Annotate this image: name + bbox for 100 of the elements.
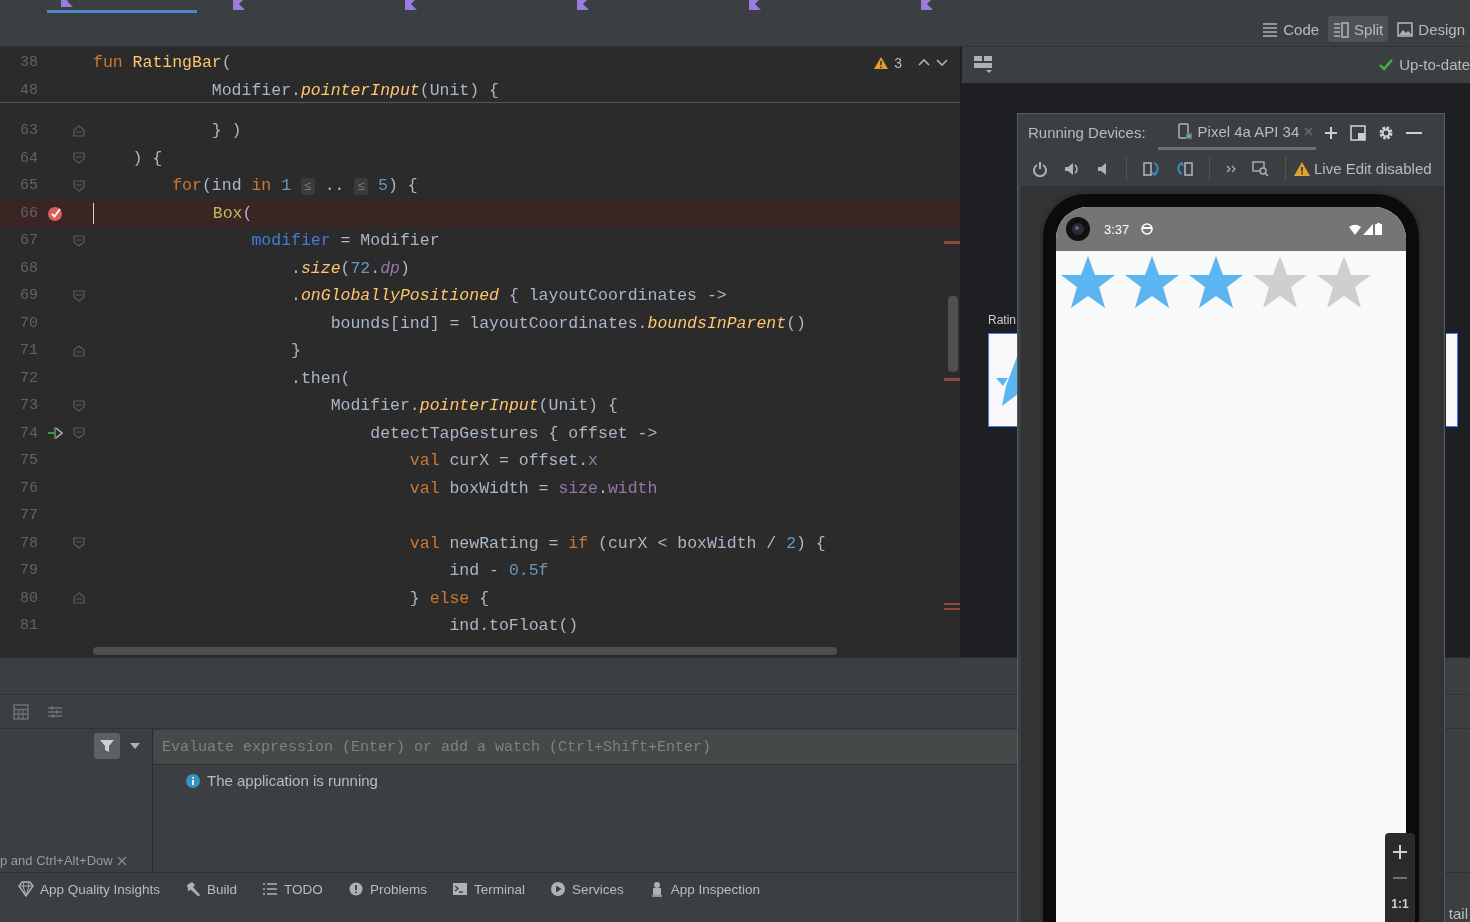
star-icon bbox=[1253, 256, 1307, 308]
tool-window-button[interactable]: Terminal bbox=[451, 881, 525, 898]
code-line: ind.toFloat() bbox=[448, 616, 579, 636]
view-mode-button[interactable]: Code bbox=[1257, 16, 1325, 43]
zoom-in-icon[interactable] bbox=[1393, 845, 1407, 859]
kotlin-file-icon bbox=[749, 0, 761, 10]
tool-window-button[interactable]: Problems bbox=[347, 881, 427, 898]
minimize-icon[interactable] bbox=[1406, 131, 1423, 134]
breakpoint-icon[interactable] bbox=[47, 204, 63, 222]
kotlin-file-icon bbox=[921, 0, 933, 10]
fold-icon[interactable] bbox=[73, 124, 85, 137]
window-icon[interactable] bbox=[1350, 124, 1367, 141]
line-number: 74 bbox=[19, 424, 38, 442]
line-number: 64 bbox=[19, 149, 38, 167]
lambda-marker-icon[interactable] bbox=[47, 425, 63, 442]
star-icon bbox=[1317, 256, 1371, 308]
tool-window-button[interactable]: Services bbox=[549, 881, 624, 898]
rotate-left-icon[interactable] bbox=[1143, 160, 1160, 177]
evaluate-field[interactable]: Evaluate expression (Enter) or add a watch (Ctrl+Shift+Enter) bbox=[153, 730, 1017, 766]
fold-icon[interactable] bbox=[73, 179, 85, 192]
tool-window-button[interactable]: App Quality Insights bbox=[18, 881, 161, 898]
fold-icon[interactable] bbox=[73, 289, 85, 302]
fold-icon[interactable] bbox=[73, 399, 85, 412]
problems-icon bbox=[347, 881, 364, 898]
line-number: 75 bbox=[19, 452, 38, 470]
code-line: Box( bbox=[211, 203, 253, 223]
services-icon bbox=[549, 881, 566, 898]
chevron-down-icon[interactable] bbox=[936, 58, 948, 68]
fold-icon[interactable] bbox=[73, 152, 85, 165]
more-icon[interactable] bbox=[1226, 164, 1236, 173]
view-mode-button[interactable]: Design bbox=[1392, 16, 1470, 43]
line-number: 78 bbox=[19, 534, 38, 552]
kotlin-file-icon bbox=[577, 0, 589, 10]
view-mode-button[interactable]: Split bbox=[1328, 16, 1389, 43]
code-line: .onGloballyPositioned { layoutCoordinates -> bbox=[290, 286, 727, 306]
kotlin-file-icon bbox=[405, 0, 417, 10]
kotlin-file-icon bbox=[233, 0, 245, 10]
code-line: val curX = offset.x bbox=[408, 451, 598, 471]
battery-icon bbox=[1375, 223, 1382, 235]
component-label: Ratin bbox=[988, 312, 1017, 327]
code-line: bounds[ind] = layoutCoordinates.boundsInParent() bbox=[329, 313, 806, 333]
chevron-up-icon[interactable] bbox=[918, 58, 930, 68]
screen-search-icon[interactable] bbox=[1252, 160, 1269, 177]
preview-frame[interactable] bbox=[988, 332, 1018, 427]
code-line: } else { bbox=[408, 588, 490, 608]
hammer-icon bbox=[185, 881, 202, 898]
fold-icon[interactable] bbox=[73, 344, 85, 357]
code-line: for(ind in 1 ≤ .. ≤ 5) { bbox=[171, 176, 418, 196]
table-icon[interactable] bbox=[13, 703, 29, 720]
warning-count[interactable]: 3 bbox=[894, 54, 902, 71]
volume-up-icon[interactable] bbox=[1064, 160, 1080, 177]
preview-frame[interactable] bbox=[1446, 332, 1458, 427]
panel-label: tail bbox=[1448, 905, 1468, 922]
layout-icon[interactable] bbox=[974, 56, 992, 74]
code-line: val boxWidth = size.width bbox=[408, 478, 658, 498]
error-stripe-mark[interactable] bbox=[944, 377, 960, 381]
code-line: val newRating = if (curX < boxWidth / 2) { bbox=[408, 533, 826, 553]
fold-icon[interactable] bbox=[73, 537, 85, 550]
code-line: fun RatingBar( bbox=[92, 53, 232, 73]
fold-icon[interactable] bbox=[73, 234, 85, 247]
star-rating[interactable] bbox=[1061, 256, 1371, 308]
line-number: 69 bbox=[19, 287, 38, 305]
code-line: .then( bbox=[290, 368, 351, 388]
star-icon bbox=[1189, 256, 1243, 308]
diamond-icon bbox=[18, 881, 34, 898]
line-number: 79 bbox=[19, 562, 38, 580]
camera-icon bbox=[1066, 217, 1090, 241]
scrollbar-thumb[interactable] bbox=[93, 647, 837, 656]
fold-icon[interactable] bbox=[73, 592, 85, 605]
line-number: 63 bbox=[19, 122, 38, 140]
code-line: } ) bbox=[210, 121, 242, 141]
error-stripe-mark[interactable] bbox=[944, 240, 960, 244]
code-line: Modifier.pointerInput(Unit) { bbox=[210, 80, 499, 100]
close-icon[interactable] bbox=[116, 855, 127, 866]
tool-window-button[interactable]: App Inspection bbox=[648, 881, 760, 898]
tool-window-button[interactable]: Build bbox=[185, 881, 238, 898]
rotate-right-icon[interactable] bbox=[1176, 160, 1193, 177]
caret-icon[interactable] bbox=[130, 743, 140, 750]
phone-icon bbox=[1177, 123, 1193, 139]
device-tab[interactable]: Pixel 4a API 34 bbox=[1157, 115, 1317, 150]
info-icon bbox=[186, 773, 200, 788]
settings-lines-icon[interactable] bbox=[47, 703, 63, 720]
power-icon[interactable] bbox=[1032, 160, 1048, 177]
line-number: 81 bbox=[19, 617, 38, 635]
code-line: Modifier.pointerInput(Unit) { bbox=[329, 396, 618, 416]
plus-icon[interactable] bbox=[1324, 125, 1339, 140]
list-icon bbox=[262, 881, 279, 898]
line-number: 68 bbox=[19, 259, 38, 277]
line-number: 67 bbox=[19, 232, 38, 250]
close-icon[interactable] bbox=[1304, 126, 1314, 136]
line-number: 73 bbox=[19, 397, 38, 415]
tool-window-button[interactable]: TODO bbox=[262, 881, 323, 898]
zoom-reset-button[interactable]: 1:1 bbox=[1391, 897, 1409, 911]
code-line: ind - 0.5f bbox=[448, 561, 549, 581]
scrollbar-thumb[interactable] bbox=[948, 295, 958, 372]
window-title: Running Devices: bbox=[1028, 124, 1146, 141]
fold-icon[interactable] bbox=[73, 427, 85, 440]
filter-button[interactable] bbox=[94, 733, 120, 760]
settings-icon[interactable] bbox=[1378, 124, 1395, 141]
status-message: The application is running bbox=[207, 772, 378, 790]
